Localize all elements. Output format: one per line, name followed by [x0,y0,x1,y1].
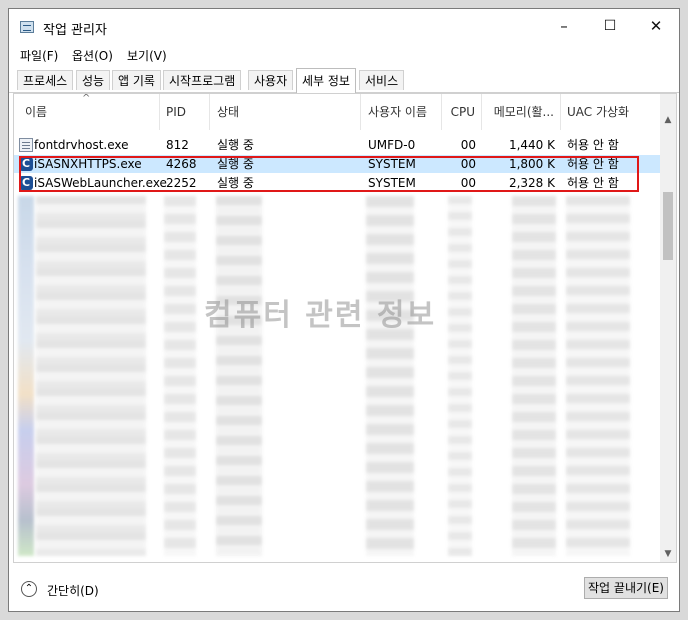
sort-up-icon: ^ [82,93,91,104]
blurred-process-list [14,192,661,562]
watermark-text: 컴퓨터 관련 정보 [204,298,437,333]
process-user: UMFD-0 [368,138,416,152]
vertical-scrollbar[interactable]: ▲ ▼ [660,94,676,562]
red-highlight-box [19,156,639,192]
menu-view[interactable]: 보기(V) [127,47,167,64]
column-status[interactable]: 상태 [210,94,361,130]
chevron-up-icon[interactable]: ⌃ [21,581,37,597]
menu-bar: 파일(F) 옵션(O) 보기(V) [9,45,679,65]
tab-app-history[interactable]: 앱 기록 [112,70,161,90]
table-row[interactable]: fontdrvhost.exe 812 실행 중 UMFD-0 00 1,440… [14,136,661,154]
column-memory[interactable]: 메모리(활... [482,94,561,130]
tab-processes[interactable]: 프로세스 [17,70,74,90]
task-manager-window: 작업 관리자 – ☐ ✕ 파일(F) 옵션(O) 보기(V) 프로세스 성능 앱… [8,8,680,612]
scroll-thumb[interactable] [663,192,673,260]
process-pid: 812 [166,138,189,152]
tab-performance[interactable]: 성능 [76,70,111,90]
close-button[interactable]: ✕ [633,9,679,43]
column-name[interactable]: 이름 ^ [14,94,160,130]
tab-details[interactable]: 세부 정보 [296,68,356,93]
maximize-button[interactable]: ☐ [587,9,633,43]
scroll-up-arrow-icon[interactable]: ▲ [660,112,676,128]
column-name-label: 이름 [25,105,48,119]
tab-services[interactable]: 서비스 [359,70,405,90]
process-memory: 1,440 K [508,138,555,152]
footer-bar: ⌃ 간단히(D) 작업 끝내기(E) [9,564,679,612]
fewer-details-link[interactable]: 간단히(D) [47,582,99,599]
process-status: 실행 중 [217,138,254,152]
process-name: fontdrvhost.exe [34,138,129,152]
window-title: 작업 관리자 [43,23,107,38]
column-uac-virtualization[interactable]: UAC 가상화 [561,94,661,130]
tab-startup[interactable]: 시작프로그램 [163,70,242,90]
process-uac: 허용 안 함 [567,138,619,152]
menu-options[interactable]: 옵션(O) [72,47,113,64]
title-bar: 작업 관리자 – ☐ ✕ [9,9,679,43]
tab-bar: 프로세스 성능 앱 기록 시작프로그램 사용자 세부 정보 서비스 [9,68,679,93]
details-table: 이름 ^ PID 상태 사용자 이름 CPU 메모리(활... UAC 가상화 … [13,93,677,563]
scroll-down-arrow-icon[interactable]: ▼ [660,546,676,562]
task-manager-icon [20,21,34,33]
menu-file[interactable]: 파일(F) [20,47,58,64]
tab-users[interactable]: 사용자 [248,70,294,90]
column-user-name[interactable]: 사용자 이름 [361,94,442,130]
column-cpu[interactable]: CPU [442,94,482,130]
end-task-button[interactable]: 작업 끝내기(E) [584,577,668,599]
process-cpu: 00 [460,138,476,152]
minimize-button[interactable]: – [541,9,587,43]
column-pid[interactable]: PID [160,94,210,130]
generic-process-icon [19,138,33,152]
